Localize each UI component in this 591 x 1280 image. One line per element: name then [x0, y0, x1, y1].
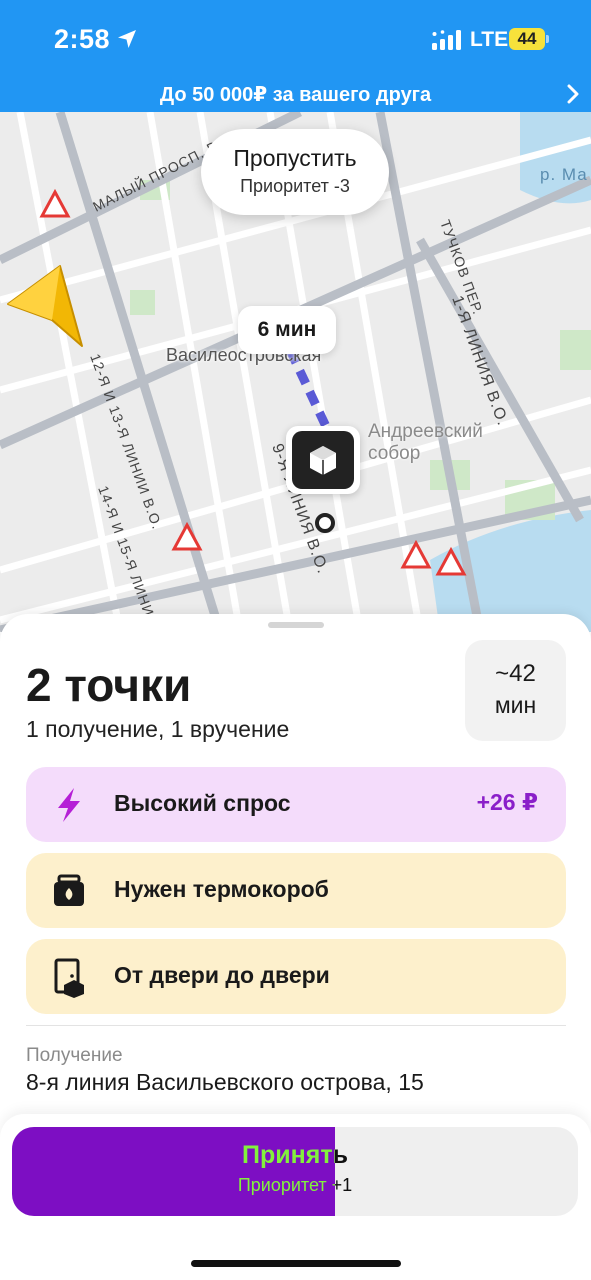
high-demand-bonus: +26 ₽: [476, 789, 538, 815]
eta-bubble: 6 мин: [238, 306, 336, 354]
river-label: р. Ма: [540, 165, 588, 184]
sheet-grabber[interactable]: [268, 622, 324, 628]
pickup-point-marker[interactable]: [286, 426, 360, 494]
thermal-bag-icon: [54, 874, 84, 906]
thermal-bag-tag: Нужен термокороб: [26, 853, 566, 928]
location-arrow-icon: [118, 30, 136, 48]
accept-order-button[interactable]: Принять Приоритет +1: [12, 1127, 578, 1216]
divider: [26, 1025, 566, 1026]
status-time: 2:58: [54, 24, 111, 54]
door-parcel-icon: [54, 958, 84, 998]
skip-title: Пропустить: [233, 145, 357, 171]
high-demand-label: Высокий спрос: [114, 790, 291, 816]
door-to-door-tag: От двери до двери: [26, 939, 566, 1014]
home-indicator: [191, 1260, 401, 1267]
poi-label-line1: Андреевский: [368, 421, 483, 442]
accept-priority: Приоритет +1: [237, 1175, 353, 1195]
skip-priority: Приоритет -3: [240, 176, 350, 196]
thermal-bag-label: Нужен термокороб: [114, 876, 329, 902]
poi-label: Андреевский собор: [368, 421, 483, 465]
poi-label-line2: собор: [368, 443, 421, 464]
network-type: LTE: [470, 28, 509, 51]
action-bar: Принять Приоритет +1: [0, 1114, 591, 1280]
skip-order-button[interactable]: Пропустить Приоритет -3: [201, 129, 389, 215]
points-count-title: 2 точки: [26, 659, 192, 711]
parcel-box-icon: [310, 446, 336, 475]
lightning-icon: [58, 788, 80, 822]
pickup-address: 8-я линия Васильевского острова, 15: [26, 1069, 424, 1095]
pickup-caption: Получение: [26, 1045, 123, 1066]
battery-level: 44: [517, 29, 537, 48]
referral-banner[interactable]: До 50 000₽ за вашего друга: [0, 76, 591, 112]
door-to-door-label: От двери до двери: [114, 962, 330, 988]
map-view[interactable]: МАЛЫЙ ПРОСП. В.О. ТУЧКОВ ПЕР. 1-Я ЛИНИЯ …: [0, 112, 591, 632]
estimated-time-box: ~42 мин: [465, 640, 566, 741]
high-demand-tag: Высокий спрос +26 ₽: [26, 767, 566, 842]
chevron-right-icon: [567, 84, 579, 104]
estimated-time-unit: мин: [494, 692, 537, 718]
points-subtitle: 1 получение, 1 вручение: [26, 716, 290, 742]
courier-location-arrow-icon: [7, 265, 83, 347]
referral-banner-text: До 50 000₽ за вашего друга: [159, 84, 432, 106]
estimated-time-value: ~42: [495, 660, 536, 687]
battery-icon: 44: [509, 28, 549, 50]
top-bar: 2:58 LTE 44 До 50 000₽ за вашего друга: [0, 0, 591, 112]
signal-bars-icon: [432, 30, 461, 50]
accept-label: Принять: [242, 1141, 348, 1169]
status-bar: 2:58 LTE 44: [0, 0, 591, 76]
